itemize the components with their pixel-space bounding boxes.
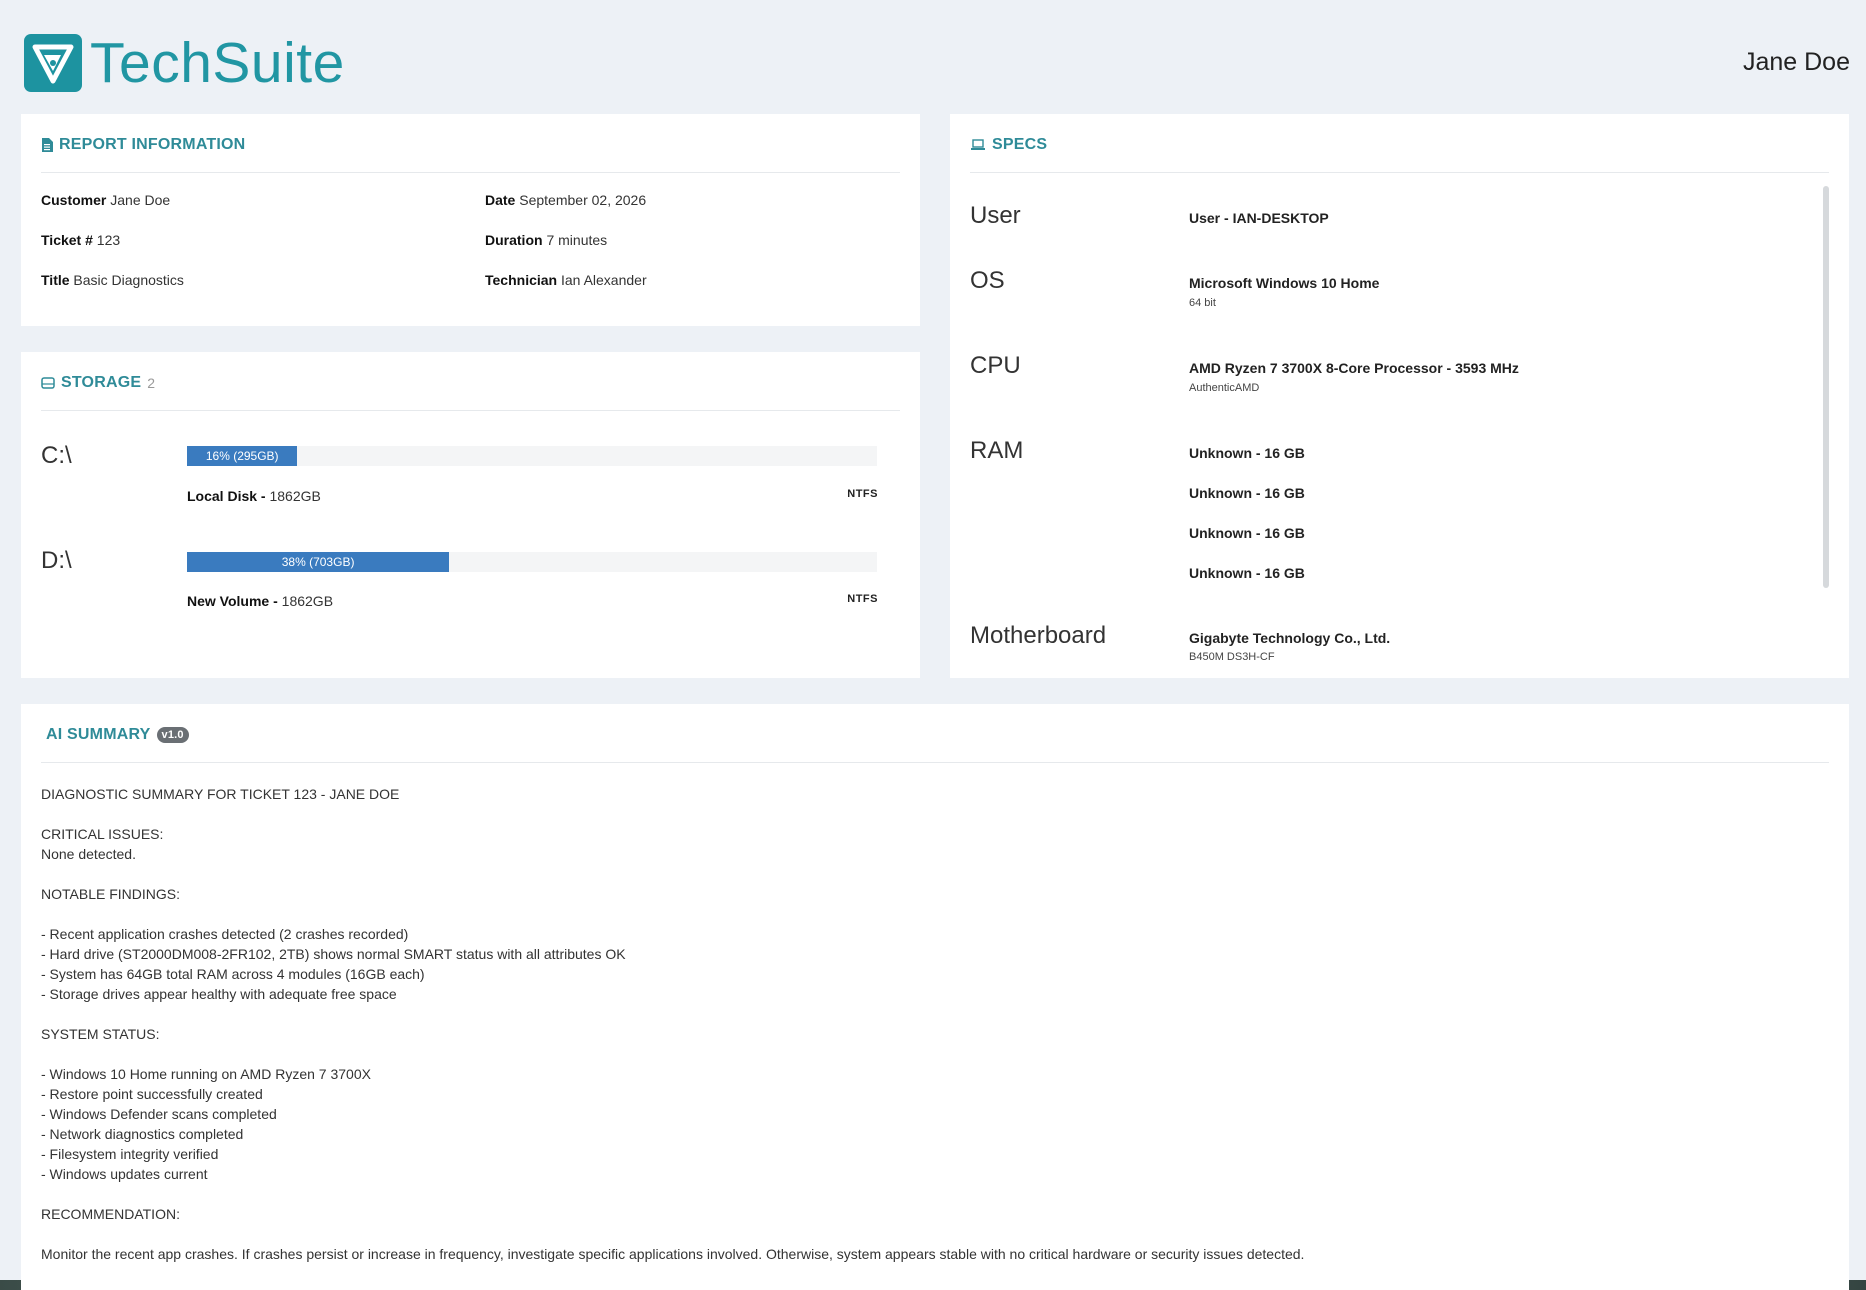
version-badge: v1.0 (156, 727, 189, 743)
hard-drive-icon (41, 377, 55, 389)
spec-label-os: OS (970, 267, 1005, 294)
specs-card: SPECS User User - IAN-DESKTOP OS Microso… (950, 114, 1849, 678)
spec-value-ram: Unknown - 16 GB (1189, 525, 1305, 541)
spec-value-ram: Unknown - 16 GB (1189, 485, 1305, 501)
spec-sub-cpu: AuthenticAMD (1189, 382, 1260, 394)
app-name: TechSuite (90, 30, 345, 95)
ticket-field: Ticket # 123 (41, 232, 121, 248)
app-logo[interactable]: TechSuite (24, 34, 345, 92)
spec-value-os: Microsoft Windows 10 Home (1189, 275, 1380, 291)
report-information-title: REPORT INFORMATION (41, 136, 245, 154)
divider (41, 172, 900, 173)
divider (41, 762, 1829, 763)
spec-sub-motherboard: B450M DS3H-CF (1189, 651, 1275, 663)
drive-letter: D:\ (41, 547, 72, 574)
spec-value-ram: Unknown - 16 GB (1189, 565, 1305, 581)
spec-value-ram: Unknown - 16 GB (1189, 445, 1305, 461)
report-information-card: REPORT INFORMATION Customer Jane Doe Tic… (21, 114, 920, 326)
specs-scrollbar[interactable] (1823, 186, 1829, 588)
user-menu[interactable]: Jane Doe (1743, 48, 1850, 77)
drive-usage-fill: 38% (703GB) (187, 552, 450, 572)
drive-usage-bar: 38% (703GB) (187, 552, 877, 572)
spec-label-cpu: CPU (970, 352, 1021, 379)
ai-summary-text: DIAGNOSTIC SUMMARY FOR TICKET 123 - JANE… (41, 786, 1305, 1262)
spec-value-user: User - IAN-DESKTOP (1189, 210, 1329, 226)
drive-letter: C:\ (41, 442, 72, 469)
specs-title: SPECS (970, 136, 1047, 154)
drive-description: Local Disk - 1862GB (187, 488, 321, 504)
spec-sub-os: 64 bit (1189, 297, 1216, 309)
drive-usage-fill: 16% (295GB) (187, 446, 298, 466)
spec-label-user: User (970, 202, 1021, 229)
customer-field: Customer Jane Doe (41, 192, 171, 208)
duration-field: Duration 7 minutes (485, 232, 608, 248)
title-field: Title Basic Diagnostics (41, 272, 184, 288)
drive-filesystem: NTFS (847, 593, 878, 605)
technician-field: Technician Ian Alexander (485, 272, 647, 288)
storage-title: STORAGE 2 (41, 374, 155, 392)
divider (970, 172, 1829, 173)
document-icon (41, 138, 53, 152)
spec-label-ram: RAM (970, 437, 1024, 464)
divider (41, 410, 900, 411)
drive-usage-bar: 16% (295GB) (187, 446, 877, 466)
date-field: Date September 02, 2026 (485, 192, 647, 208)
laptop-icon (970, 139, 986, 151)
spec-value-motherboard: Gigabyte Technology Co., Ltd. (1189, 630, 1391, 646)
drive-filesystem: NTFS (847, 488, 878, 500)
drive-description: New Volume - 1862GB (187, 593, 334, 609)
techsuite-logo-icon (24, 34, 82, 92)
storage-count: 2 (147, 375, 156, 391)
spec-value-cpu: AMD Ryzen 7 3700X 8-Core Processor - 359… (1189, 360, 1519, 376)
spec-label-motherboard: Motherboard (970, 622, 1107, 649)
storage-card: STORAGE 2 C:\ 16% (295GB) Local Disk - 1… (21, 352, 920, 678)
ai-summary-title: AI SUMMARY v1.0 (46, 726, 189, 744)
ai-summary-card: AI SUMMARY v1.0 DIAGNOSTIC SUMMARY FOR T… (21, 704, 1849, 1290)
